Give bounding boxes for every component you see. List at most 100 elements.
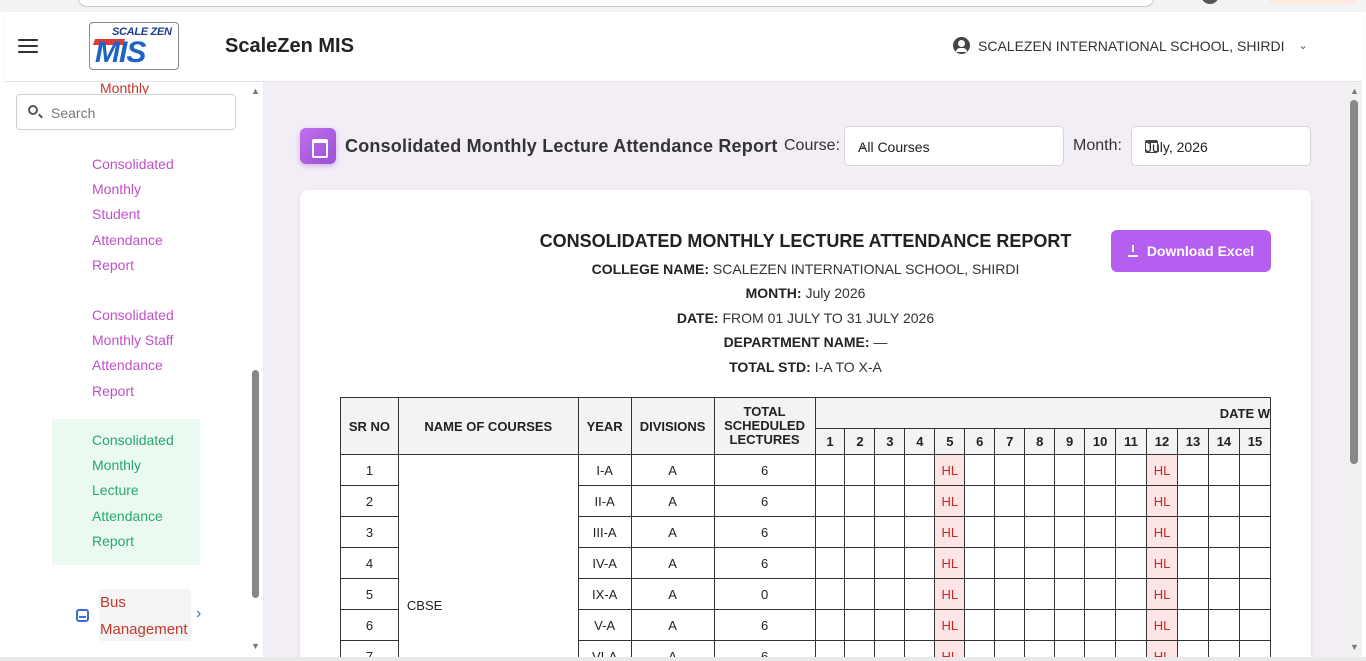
day-header: 15: [1238, 428, 1271, 455]
day-cell: [874, 640, 906, 657]
sidebar-item-monthly-staff-attendance[interactable]: Consolidated Monthly Staff Attendance Re…: [92, 303, 192, 404]
cell-division: A: [630, 454, 715, 486]
calendar-icon: [1145, 140, 1158, 153]
day-cell: [1024, 640, 1056, 657]
cell-year: II-A: [577, 485, 632, 517]
bus-management-label: Bus Management: [100, 594, 188, 638]
day-header: 14: [1207, 428, 1240, 455]
extension-icon[interactable]: [1268, 0, 1358, 4]
day-cell: [814, 547, 846, 579]
search-icon: [28, 105, 38, 115]
day-header: 2: [844, 428, 876, 455]
day-cell: [844, 609, 876, 641]
holiday-cell: HL: [1146, 485, 1178, 517]
day-cell: [814, 609, 846, 641]
day-cell: [964, 640, 996, 657]
address-bar[interactable]: [78, 0, 1154, 7]
day-header: 10: [1084, 428, 1117, 455]
day-cell: [994, 578, 1026, 610]
day-cell: [964, 609, 996, 641]
top-header: SCALE ZEN MIS ScaleZen MIS SCALEZEN INTE…: [4, 12, 1362, 82]
course-label: Course:: [784, 137, 841, 154]
holiday-cell: HL: [934, 609, 966, 641]
holiday-cell: HL: [934, 516, 966, 548]
page-title: Consolidated Monthly Lecture Attendance …: [300, 128, 778, 164]
calendar-icon: [300, 128, 336, 164]
cell-division: A: [630, 547, 715, 579]
holiday-cell: HL: [1146, 454, 1178, 486]
cell-sr-no: 3: [340, 516, 399, 548]
course-select[interactable]: All Courses ⌄: [844, 126, 1064, 166]
day-cell: [874, 547, 906, 579]
day-cell: [874, 485, 906, 517]
app-logo[interactable]: SCALE ZEN MIS: [89, 22, 179, 70]
hamburger-menu-icon[interactable]: [18, 39, 38, 53]
cell-total-lectures: 6: [713, 609, 816, 641]
day-cell: [1024, 516, 1056, 548]
day-header: 3: [874, 428, 906, 455]
day-header: 7: [994, 428, 1026, 455]
day-cell: [1054, 578, 1086, 610]
holiday-cell: HL: [1146, 547, 1178, 579]
report-department: DEPARTMENT NAME: —: [723, 334, 888, 350]
school-selector[interactable]: SCALEZEN INTERNATIONAL SCHOOL, SHIRDI ⌄: [953, 37, 1308, 54]
day-header: 9: [1054, 428, 1086, 455]
cell-division: A: [630, 609, 715, 641]
cell-division: A: [630, 578, 715, 610]
report-total-std: TOTAL STD: I-A TO X-A: [729, 359, 882, 375]
day-cell: [1115, 516, 1148, 548]
profile-icon[interactable]: [1201, 0, 1219, 4]
day-cell: [874, 516, 906, 548]
sidebar-item-monthly-student-attendance[interactable]: Consolidated Monthly Student Attendance …: [92, 152, 192, 278]
chevron-down-icon: ⌄: [858, 137, 869, 151]
attendance-table-scroll[interactable]: SR NO NAME OF COURSES YEAR DIVISIONS TOT…: [340, 397, 1271, 657]
month-picker[interactable]: July, 2026: [1131, 126, 1311, 166]
sidebar-search[interactable]: [16, 94, 236, 130]
table-row: 1 CBSE I-A A 6 HL HL: [340, 454, 1271, 657]
user-account-icon: [953, 37, 970, 54]
col-date-group: DATE W: [814, 397, 1271, 429]
page-scrollbar[interactable]: ▲ ▼: [1346, 82, 1362, 657]
day-cell: [1238, 516, 1271, 548]
day-cell: [904, 640, 936, 657]
day-cell: [1024, 485, 1056, 517]
day-cell: [1054, 454, 1086, 486]
chevron-down-icon: ⌄: [1298, 40, 1308, 52]
day-cell: [904, 485, 936, 517]
cell-total-lectures: 6: [713, 454, 816, 486]
day-cell: [1238, 547, 1271, 579]
day-cell: [1177, 547, 1209, 579]
day-cell: [1024, 547, 1056, 579]
holiday-cell: HL: [934, 547, 966, 579]
cell-total-lectures: 6: [713, 485, 816, 517]
sidebar-item-monthly-lecture-attendance[interactable]: Consolidated Monthly Lecture Attendance …: [92, 428, 192, 554]
day-cell: [1115, 485, 1148, 517]
day-cell: [1084, 640, 1117, 657]
holiday-cell: HL: [934, 454, 966, 486]
sidebar-item-bus-management[interactable]: Bus Management ›: [74, 589, 260, 641]
day-header: 8: [1024, 428, 1056, 455]
day-cell: [1207, 547, 1240, 579]
day-cell: [994, 640, 1026, 657]
day-cell: [1177, 609, 1209, 641]
download-excel-button[interactable]: Download Excel: [1111, 230, 1271, 272]
day-cell: [1207, 485, 1240, 517]
attendance-table: SR NO NAME OF COURSES YEAR DIVISIONS TOT…: [340, 397, 1271, 657]
cell-year: III-A: [577, 516, 632, 548]
day-cell: [1238, 454, 1271, 486]
day-cell: [1207, 454, 1240, 486]
day-header: 6: [964, 428, 996, 455]
day-cell: [1177, 640, 1209, 657]
day-cell: [844, 547, 876, 579]
day-cell: [814, 485, 846, 517]
day-cell: [994, 454, 1026, 486]
holiday-cell: HL: [934, 578, 966, 610]
day-cell: [1177, 485, 1209, 517]
cell-division: A: [630, 485, 715, 517]
search-input[interactable]: [51, 103, 226, 123]
sidebar-scrollbar[interactable]: ▲ ▼: [250, 82, 262, 657]
day-cell: [844, 485, 876, 517]
day-header: 13: [1177, 428, 1209, 455]
day-header: 1: [814, 428, 846, 455]
col-divisions: DIVISIONS: [630, 397, 715, 455]
